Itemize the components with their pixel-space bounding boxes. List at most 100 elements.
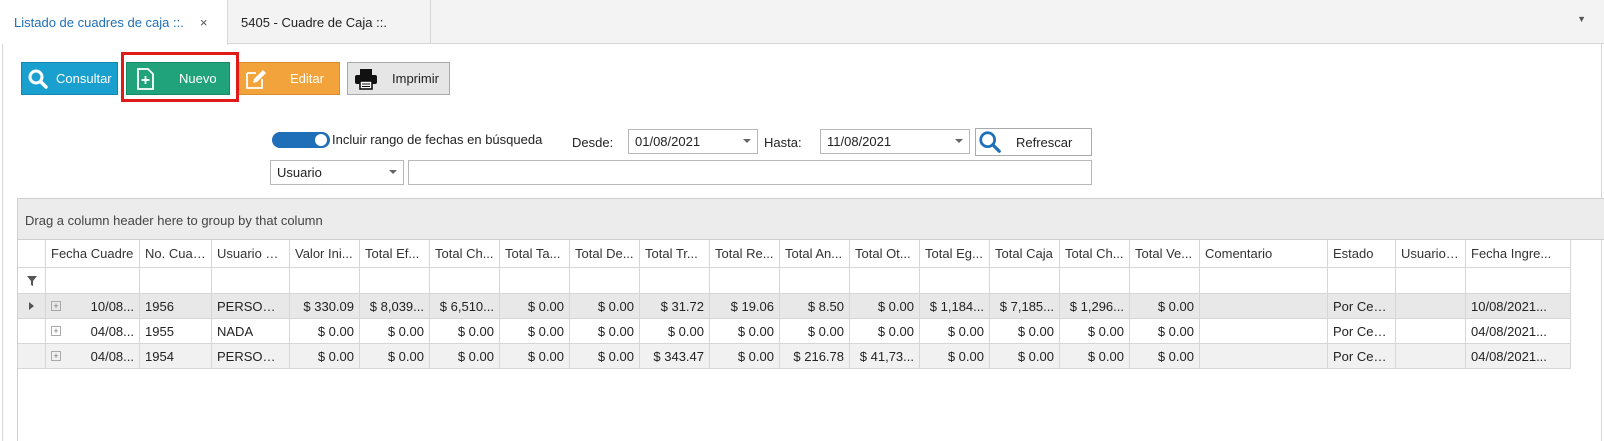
column-filter-cell[interactable] (1466, 268, 1571, 294)
column-filter-cell[interactable] (710, 268, 780, 294)
column-header[interactable]: Total Ta... (500, 240, 570, 268)
grid-cell[interactable]: 04/08/2021... (1466, 344, 1571, 369)
expand-icon[interactable]: + (51, 326, 61, 336)
grid-cell[interactable]: $ 0.00 (500, 344, 570, 369)
grid-cell[interactable]: $ 8,039... (360, 294, 430, 319)
column-header[interactable]: Total An... (780, 240, 850, 268)
column-header[interactable]: Fecha Ingre... (1466, 240, 1571, 268)
grid-cell[interactable]: $ 0.00 (850, 319, 920, 344)
grid-cell[interactable]: 1954 (140, 344, 212, 369)
grid-cell[interactable]: $ 31.72 (640, 294, 710, 319)
grid-cell[interactable]: $ 0.00 (710, 344, 780, 369)
dropdown-arrow-icon[interactable] (389, 170, 397, 174)
grid-cell[interactable]: $ 216.78 (780, 344, 850, 369)
grid-cell[interactable]: $ 0.00 (430, 344, 500, 369)
column-header[interactable]: Total De... (570, 240, 640, 268)
expand-icon[interactable]: + (51, 301, 61, 311)
tab-listado-cuadres[interactable]: Listado de cuadres de caja ::. × (0, 0, 228, 45)
grid-cell[interactable]: 1956 (140, 294, 212, 319)
search-field-select[interactable]: Usuario (270, 160, 404, 185)
column-header[interactable]: Usuario C... (212, 240, 290, 268)
chevron-down-icon[interactable]: ▼ (1577, 14, 1586, 24)
column-header[interactable]: Total Ot... (850, 240, 920, 268)
dropdown-arrow-icon[interactable] (743, 139, 751, 143)
grid-cell[interactable]: +04/08... (46, 319, 140, 344)
column-header[interactable]: Total Ch... (1060, 240, 1130, 268)
column-filter-cell[interactable] (1396, 268, 1466, 294)
grid-cell[interactable]: $ 41,73... (850, 344, 920, 369)
grid-cell[interactable]: Por Cerr... (1328, 294, 1396, 319)
grid-cell[interactable]: $ 0.00 (570, 294, 640, 319)
grid-cell[interactable]: $ 0.00 (500, 294, 570, 319)
grid-cell[interactable]: 1955 (140, 319, 212, 344)
date-range-toggle[interactable] (272, 132, 330, 148)
grid-cell[interactable]: $ 0.00 (780, 319, 850, 344)
table-row[interactable]: +04/08... 1955 NADA $ 0.00 $ 0.00 $ 0.00 $ 0.0… (18, 319, 1604, 344)
grid-cell[interactable]: NADA (212, 319, 290, 344)
grid-cell[interactable]: $ 0.00 (990, 344, 1060, 369)
column-filter-cell[interactable] (780, 268, 850, 294)
grid-cell[interactable]: $ 1,296... (1060, 294, 1130, 319)
editar-button[interactable]: Editar (237, 62, 340, 95)
column-filter-cell[interactable] (570, 268, 640, 294)
close-icon[interactable]: × (200, 15, 208, 30)
grid-cell[interactable]: $ 0.00 (920, 344, 990, 369)
column-header[interactable]: Total Ve... (1130, 240, 1200, 268)
grid-cell[interactable]: $ 0.00 (1060, 344, 1130, 369)
grid-cell[interactable]: $ 330.09 (290, 294, 360, 319)
column-filter-cell[interactable] (290, 268, 360, 294)
grid-cell[interactable]: $ 0.00 (990, 319, 1060, 344)
grid-cell[interactable]: $ 7,185... (990, 294, 1060, 319)
grid-cell[interactable]: $ 0.00 (360, 319, 430, 344)
column-header[interactable]: Usuario ... (1396, 240, 1466, 268)
column-header[interactable]: Comentario (1200, 240, 1328, 268)
column-header[interactable]: Total Ef... (360, 240, 430, 268)
column-filter-cell[interactable] (140, 268, 212, 294)
hasta-date-field[interactable]: 11/08/2021 (820, 129, 970, 154)
column-filter-cell[interactable] (430, 268, 500, 294)
column-filter-cell[interactable] (1060, 268, 1130, 294)
column-filter-cell[interactable] (500, 268, 570, 294)
column-header[interactable]: Estado (1328, 240, 1396, 268)
grid-cell[interactable] (1200, 344, 1328, 369)
column-filter-cell[interactable] (1200, 268, 1328, 294)
group-panel[interactable]: Drag a column header here to group by th… (18, 199, 1604, 240)
grid-cell[interactable]: $ 0.00 (1130, 344, 1200, 369)
column-filter-cell[interactable] (990, 268, 1060, 294)
grid-cell[interactable]: PERSONA... (212, 344, 290, 369)
grid-cell[interactable]: $ 0.00 (1060, 319, 1130, 344)
grid-cell[interactable]: $ 0.00 (1130, 294, 1200, 319)
expand-icon[interactable]: + (51, 351, 61, 361)
grid-cell[interactable]: $ 0.00 (640, 319, 710, 344)
column-header[interactable]: Total Tr... (640, 240, 710, 268)
column-filter-cell[interactable] (46, 268, 140, 294)
imprimir-button[interactable]: Imprimir (347, 62, 450, 95)
grid-cell[interactable]: $ 0.00 (290, 319, 360, 344)
grid-cell[interactable]: $ 0.00 (500, 319, 570, 344)
grid-cell[interactable]: 04/08/2021... (1466, 319, 1571, 344)
grid-cell[interactable]: +04/08... (46, 344, 140, 369)
column-filter-cell[interactable] (360, 268, 430, 294)
column-header[interactable]: Valor Ini... (290, 240, 360, 268)
grid-cell[interactable] (1396, 294, 1466, 319)
tab-cuadre-caja-5405[interactable]: 5405 - Cuadre de Caja ::. (228, 0, 431, 44)
grid-cell[interactable] (1396, 319, 1466, 344)
grid-cell[interactable]: Por Cerr... (1328, 319, 1396, 344)
grid-cell[interactable]: $ 1,184... (920, 294, 990, 319)
column-filter-cell[interactable] (640, 268, 710, 294)
search-input[interactable] (408, 160, 1092, 185)
grid-cell[interactable]: Por Cerr... (1328, 344, 1396, 369)
column-filter-cell[interactable] (212, 268, 290, 294)
column-filter-cell[interactable] (850, 268, 920, 294)
refrescar-button[interactable]: Refrescar (975, 128, 1092, 156)
grid-cell[interactable]: $ 0.00 (290, 344, 360, 369)
grid-cell[interactable] (1200, 319, 1328, 344)
dropdown-arrow-icon[interactable] (955, 139, 963, 143)
grid-cell[interactable]: $ 6,510... (430, 294, 500, 319)
grid-cell[interactable]: $ 0.00 (710, 319, 780, 344)
column-filter-cell[interactable] (1130, 268, 1200, 294)
table-row[interactable]: +04/08... 1954 PERSONA... $ 0.00 $ 0.00 $ 0.0… (18, 344, 1604, 369)
column-header[interactable]: Total Re... (710, 240, 780, 268)
column-header[interactable]: Total Eg... (920, 240, 990, 268)
grid-cell[interactable]: $ 0.00 (920, 319, 990, 344)
